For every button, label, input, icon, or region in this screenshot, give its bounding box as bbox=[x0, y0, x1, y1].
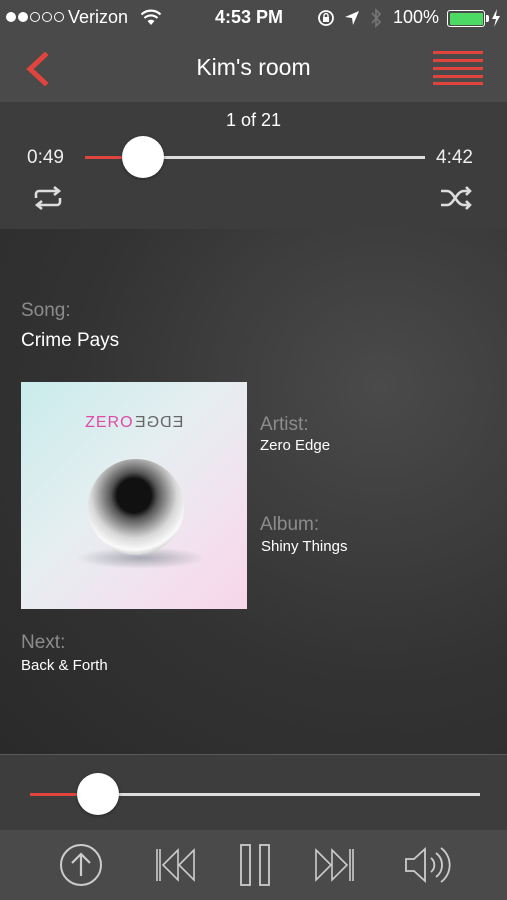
speaker-volume-icon[interactable] bbox=[403, 843, 451, 887]
clock: 4:53 PM bbox=[215, 7, 284, 27]
playback-progress-slider[interactable] bbox=[85, 136, 425, 178]
bluetooth-icon bbox=[371, 8, 382, 28]
artist-label: Artist: bbox=[260, 414, 309, 435]
song-title: Crime Pays bbox=[21, 330, 120, 351]
next-track-icon[interactable] bbox=[313, 843, 357, 887]
pause-icon[interactable] bbox=[237, 843, 273, 887]
battery-percent: 100% bbox=[393, 7, 440, 27]
playback-slider-knob[interactable] bbox=[121, 136, 164, 178]
volume-slider[interactable] bbox=[30, 773, 480, 815]
repeat-icon[interactable] bbox=[32, 186, 64, 210]
song-label: Song: bbox=[21, 300, 71, 321]
up-arrow-circle-icon[interactable] bbox=[59, 843, 103, 887]
volume-slider-knob[interactable] bbox=[76, 773, 119, 815]
progress-panel: 1 of 21 0:49 4:42 bbox=[0, 102, 507, 229]
nav-bar: Kim's room bbox=[0, 36, 507, 102]
now-playing-info: Song: Crime Pays ZEROEDGE Artist: Zero E… bbox=[0, 229, 507, 754]
next-label: Next: bbox=[21, 632, 66, 653]
track-position: 1 of 21 bbox=[225, 110, 282, 130]
next-title: Back & Forth bbox=[21, 657, 108, 674]
charging-icon bbox=[492, 9, 500, 27]
room-title: Kim's room bbox=[196, 54, 311, 80]
previous-track-icon[interactable] bbox=[153, 843, 197, 887]
transport-controls bbox=[0, 830, 507, 900]
shuffle-icon[interactable] bbox=[440, 186, 472, 210]
artist-name: Zero Edge bbox=[260, 437, 331, 454]
wifi-icon bbox=[140, 9, 162, 25]
orientation-lock-icon bbox=[318, 10, 334, 26]
signal-strength-icon bbox=[6, 12, 64, 22]
album-art-logo: ZEROEDGE bbox=[85, 414, 183, 431]
album-name: Shiny Things bbox=[261, 538, 348, 555]
total-time: 4:42 bbox=[436, 147, 473, 168]
chrome-sphere bbox=[88, 459, 184, 555]
carrier-name: Verizon bbox=[68, 7, 129, 27]
album-art: ZEROEDGE bbox=[21, 382, 247, 609]
battery-icon bbox=[447, 10, 485, 27]
status-bar: Verizon 4:53 PM 100% bbox=[0, 0, 507, 36]
album-label: Album: bbox=[260, 514, 320, 535]
menu-icon[interactable] bbox=[433, 51, 483, 85]
volume-panel bbox=[0, 754, 507, 830]
location-icon bbox=[345, 11, 359, 25]
elapsed-time: 0:49 bbox=[27, 147, 64, 168]
